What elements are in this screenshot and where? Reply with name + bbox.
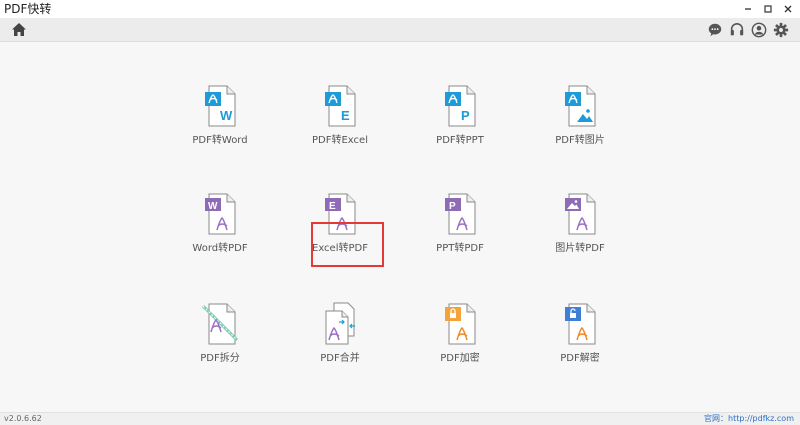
pdf-encrypt-icon	[445, 303, 476, 345]
tile-pdf-merge[interactable]: PDF合并	[290, 302, 390, 372]
tile-label: PDF拆分	[200, 353, 240, 364]
svg-text:P: P	[449, 201, 456, 212]
chat-icon	[708, 23, 722, 37]
tile-label: PPT转PDF	[436, 243, 484, 254]
tile-pdf-split[interactable]: PDF拆分	[170, 302, 270, 372]
tile-label: PDF加密	[440, 353, 480, 364]
svg-text:E: E	[341, 108, 350, 123]
tile-label: PDF解密	[560, 353, 600, 364]
svg-text:P: P	[461, 108, 470, 123]
pdf-to-image-icon	[565, 85, 596, 127]
home-button[interactable]	[10, 21, 28, 39]
pdf-decrypt-icon	[565, 303, 596, 345]
status-bar: v2.0.6.62 官网：http://pdfkz.com	[0, 412, 800, 425]
home-icon	[12, 23, 26, 36]
version-label: v2.0.6.62	[4, 414, 42, 423]
tile-ppt-to-pdf[interactable]: P PPT转PDF	[410, 192, 510, 262]
image-to-pdf-icon	[565, 193, 596, 235]
tile-image-to-pdf[interactable]: 图片转PDF	[530, 192, 630, 262]
tile-label: PDF转Word	[192, 135, 248, 146]
tile-label: PDF合并	[320, 353, 360, 364]
user-button[interactable]	[750, 21, 768, 39]
app-title: PDF快转	[4, 2, 52, 16]
tile-label: PDF转Excel	[312, 135, 368, 146]
selection-highlight	[311, 222, 384, 267]
word-to-pdf-icon: W	[205, 193, 236, 235]
maximize-button[interactable]	[758, 0, 778, 18]
title-bar: PDF快转	[0, 0, 800, 18]
pdf-to-word-icon: W	[205, 85, 236, 127]
pdf-to-ppt-icon: P	[445, 85, 476, 127]
close-icon	[784, 5, 792, 13]
close-button[interactable]	[778, 0, 798, 18]
svg-text:W: W	[220, 108, 233, 123]
function-grid: W PDF转Word E PDF转Excel P PDF转PPT PDF转图片 …	[0, 42, 800, 412]
headset-icon	[730, 23, 744, 36]
website-link[interactable]: 官网：http://pdfkz.com	[704, 413, 794, 425]
tile-label: 图片转PDF	[555, 243, 605, 254]
tile-pdf-to-ppt[interactable]: P PDF转PPT	[410, 84, 510, 154]
support-button[interactable]	[728, 21, 746, 39]
tile-pdf-encrypt[interactable]: PDF加密	[410, 302, 510, 372]
gear-icon	[773, 22, 789, 38]
tile-pdf-to-image[interactable]: PDF转图片	[530, 84, 630, 154]
tile-label: PDF转图片	[555, 135, 605, 146]
svg-text:E: E	[329, 201, 336, 212]
pdf-split-icon	[201, 303, 239, 345]
tile-label: Word转PDF	[192, 243, 248, 254]
settings-button[interactable]	[772, 21, 790, 39]
pdf-to-excel-icon: E	[325, 85, 356, 127]
minimize-icon	[745, 8, 751, 10]
user-icon	[751, 22, 767, 38]
tile-pdf-to-excel[interactable]: E PDF转Excel	[290, 84, 390, 154]
tile-word-to-pdf[interactable]: W Word转PDF	[170, 192, 270, 262]
pdf-merge-icon	[325, 302, 355, 345]
svg-text:W: W	[208, 201, 218, 212]
window-controls	[738, 0, 798, 18]
tile-pdf-decrypt[interactable]: PDF解密	[530, 302, 630, 372]
minimize-button[interactable]	[738, 0, 758, 18]
chat-button[interactable]	[706, 21, 724, 39]
ppt-to-pdf-icon: P	[445, 193, 476, 235]
tile-label: PDF转PPT	[436, 135, 484, 146]
toolbar	[0, 18, 800, 42]
tile-pdf-to-word[interactable]: W PDF转Word	[170, 84, 270, 154]
maximize-icon	[764, 5, 772, 13]
